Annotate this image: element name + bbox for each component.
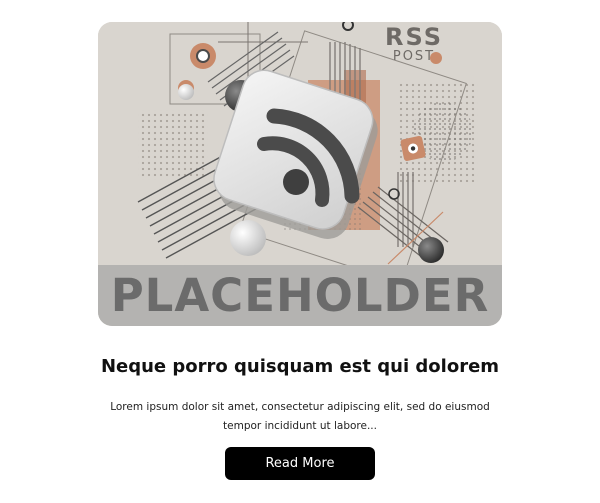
rss-badge-line2: POST bbox=[392, 49, 436, 64]
rss-post-badge: RSS POST bbox=[364, 24, 464, 64]
post-thumbnail[interactable]: RSS POST PLACEHOLDER bbox=[98, 22, 502, 326]
placeholder-label: PLACEHOLDER bbox=[110, 269, 490, 322]
rss-badge-line1: RSS bbox=[385, 23, 443, 51]
post-title[interactable]: Neque porro quisquam est qui dolorem bbox=[0, 356, 600, 377]
post-card: RSS POST PLACEHOLDER Neque porro quisqua… bbox=[0, 0, 600, 503]
placeholder-banner: PLACEHOLDER bbox=[98, 265, 502, 326]
post-excerpt: Lorem ipsum dolor sit amet, consectetur … bbox=[110, 401, 490, 432]
read-more-button[interactable]: Read More bbox=[225, 447, 375, 480]
